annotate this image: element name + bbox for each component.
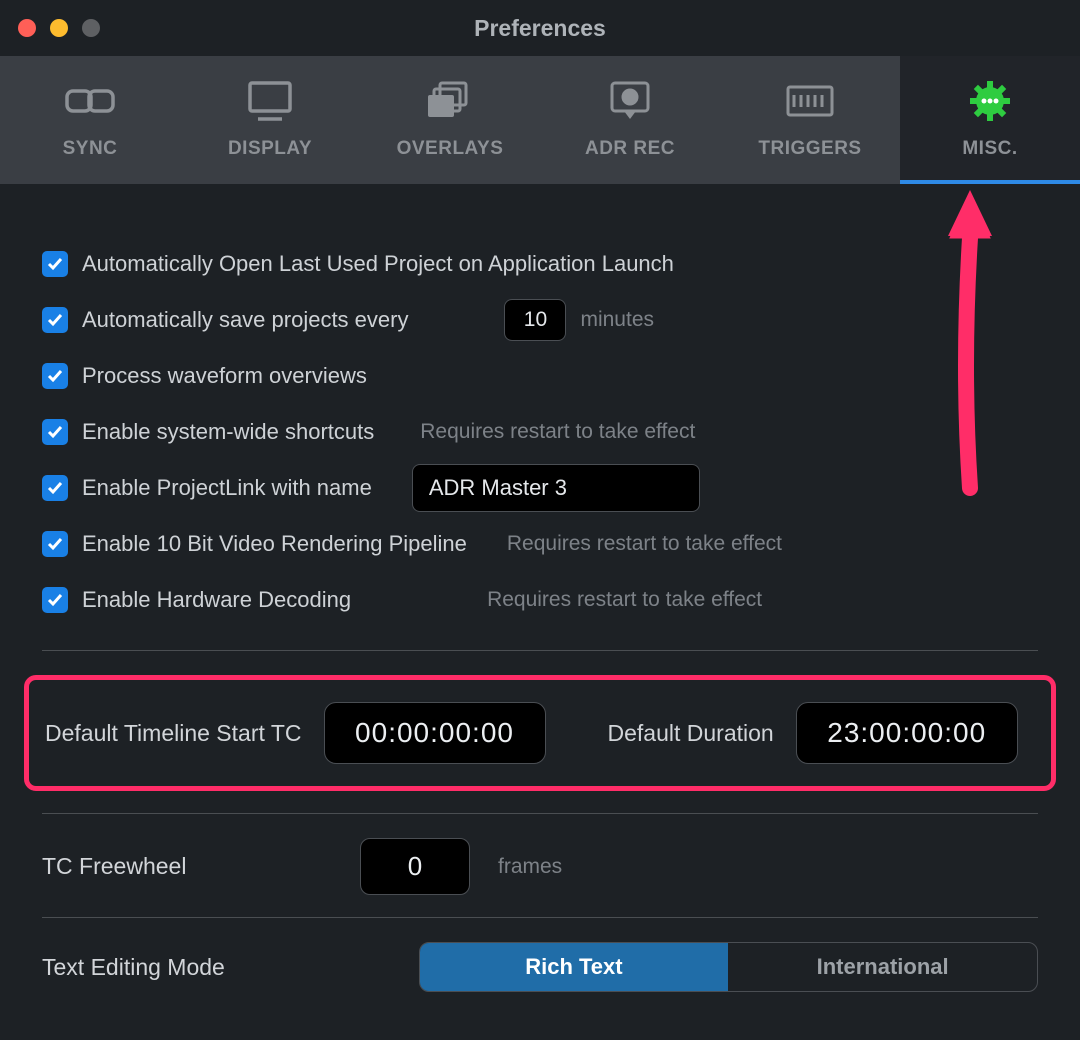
text-editing-mode-segmented: Rich Text International xyxy=(419,942,1038,992)
tab-label: TRIGGERS xyxy=(758,138,861,160)
tab-adr-rec[interactable]: ADR REC xyxy=(540,56,720,184)
titlebar: Preferences xyxy=(0,0,1080,56)
sync-icon xyxy=(64,81,116,126)
option-label: Process waveform overviews xyxy=(82,363,367,389)
maximize-window-button[interactable] xyxy=(82,19,100,37)
tc-freewheel-label: TC Freewheel xyxy=(42,853,332,880)
option-10bit-video: Enable 10 Bit Video Rendering Pipeline R… xyxy=(42,516,1038,572)
default-duration-input[interactable] xyxy=(796,702,1018,764)
checkbox-hardware-decoding[interactable] xyxy=(42,587,68,613)
restart-hint: Requires restart to take effect xyxy=(487,588,762,612)
checkbox-system-shortcuts[interactable] xyxy=(42,419,68,445)
record-bubble-icon xyxy=(604,81,656,126)
tab-label: DISPLAY xyxy=(228,138,312,160)
option-projectlink: Enable ProjectLink with name xyxy=(42,460,1038,516)
tc-freewheel-row: TC Freewheel frames xyxy=(42,838,1038,895)
option-process-waveform: Process waveform overviews xyxy=(42,348,1038,404)
tab-label: SYNC xyxy=(63,138,118,160)
tab-label: ADR REC xyxy=(585,138,675,160)
window-title: Preferences xyxy=(0,15,1080,42)
preferences-tabbar: SYNC DISPLAY OVERLAYS ADR REC TRIGGERS M… xyxy=(0,56,1080,184)
option-label: Automatically Open Last Used Project on … xyxy=(82,251,674,277)
option-label: Enable 10 Bit Video Rendering Pipeline xyxy=(82,531,467,557)
checkbox-auto-save[interactable] xyxy=(42,307,68,333)
text-editing-label: Text Editing Mode xyxy=(42,954,391,981)
traffic-lights xyxy=(18,19,100,37)
option-system-shortcuts: Enable system-wide shortcuts Requires re… xyxy=(42,404,1038,460)
option-label: Enable Hardware Decoding xyxy=(82,587,351,613)
divider xyxy=(42,917,1038,918)
checkbox-10bit-video[interactable] xyxy=(42,531,68,557)
option-hardware-decoding: Enable Hardware Decoding Requires restar… xyxy=(42,572,1038,628)
tab-triggers[interactable]: TRIGGERS xyxy=(720,56,900,184)
checkbox-projectlink[interactable] xyxy=(42,475,68,501)
unit-label: minutes xyxy=(580,308,654,332)
misc-pane: Automatically Open Last Used Project on … xyxy=(0,184,1080,1040)
tc-freewheel-input[interactable] xyxy=(360,838,470,895)
option-label: Enable system-wide shortcuts xyxy=(82,419,374,445)
option-label: Enable ProjectLink with name xyxy=(82,475,372,501)
auto-save-minutes-input[interactable] xyxy=(504,299,566,341)
text-editing-row: Text Editing Mode Rich Text Internationa… xyxy=(42,942,1038,992)
gear-icon xyxy=(964,81,1016,126)
unit-label: frames xyxy=(498,855,562,879)
option-label: Automatically save projects every xyxy=(82,307,408,333)
checkbox-process-waveform[interactable] xyxy=(42,363,68,389)
checkbox-auto-open-last[interactable] xyxy=(42,251,68,277)
close-window-button[interactable] xyxy=(18,19,36,37)
tab-display[interactable]: DISPLAY xyxy=(180,56,360,184)
tab-sync[interactable]: SYNC xyxy=(0,56,180,184)
minimize-window-button[interactable] xyxy=(50,19,68,37)
tab-label: MISC. xyxy=(962,138,1017,160)
default-start-tc-label: Default Timeline Start TC xyxy=(45,720,302,747)
restart-hint: Requires restart to take effect xyxy=(420,420,695,444)
default-duration-label: Default Duration xyxy=(608,720,774,747)
divider xyxy=(42,813,1038,814)
option-auto-save: Automatically save projects every minute… xyxy=(42,292,1038,348)
tab-overlays[interactable]: OVERLAYS xyxy=(360,56,540,184)
option-auto-open-last: Automatically Open Last Used Project on … xyxy=(42,236,1038,292)
default-start-tc-input[interactable] xyxy=(324,702,546,764)
midi-icon xyxy=(784,81,836,126)
tab-misc[interactable]: MISC. xyxy=(900,56,1080,184)
divider xyxy=(42,650,1038,651)
segment-international[interactable]: International xyxy=(728,943,1037,991)
stack-icon xyxy=(424,81,476,126)
default-tc-row: Default Timeline Start TC Default Durati… xyxy=(45,702,1035,764)
restart-hint: Requires restart to take effect xyxy=(507,532,782,556)
segment-rich-text[interactable]: Rich Text xyxy=(420,943,729,991)
projectlink-name-input[interactable] xyxy=(412,464,700,512)
tab-label: OVERLAYS xyxy=(397,138,504,160)
monitor-icon xyxy=(244,81,296,126)
annotation-highlight-box: Default Timeline Start TC Default Durati… xyxy=(24,675,1056,791)
